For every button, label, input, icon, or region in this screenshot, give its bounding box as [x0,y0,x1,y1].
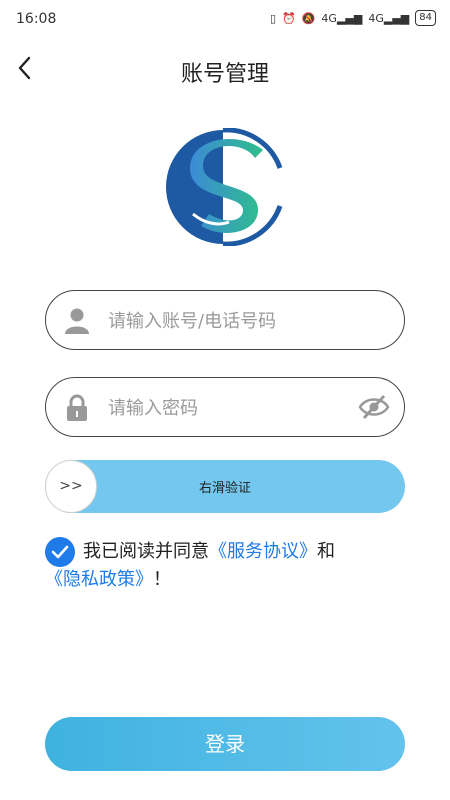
agreement-and: 和 [317,541,335,562]
nfc-icon: ▯ [269,11,277,25]
lock-icon [67,394,87,421]
status-time: 16:08 [16,11,57,27]
agreement-line2: 《隐私政策》！ [45,565,171,595]
password-field[interactable] [45,377,405,437]
signal-icon-1: 4G▂▄▆ [321,11,363,25]
slide-verify[interactable]: 右滑验证 >> [45,460,405,513]
account-input[interactable] [106,301,350,341]
page-title: 账号管理 [180,62,269,87]
agreement-suffix: ！ [153,569,171,590]
agreement-prefix: 我已阅读并同意 [83,541,209,562]
user-icon [65,308,89,334]
account-field[interactable] [45,290,405,350]
eye-off-icon[interactable] [358,392,390,422]
alarm-icon: ⏰ [282,11,296,25]
password-input[interactable] [106,388,350,428]
login-button[interactable]: 登录 [45,717,405,771]
slide-verify-handle[interactable]: >> [45,460,97,513]
check-icon [51,545,69,559]
nav-bar: 账号管理 [0,48,450,92]
agreement-text: 我已阅读并同意《服务协议》和 [83,537,413,567]
status-icons: ▯ ⏰ 🔕 4G▂▄▆ 4G▂▄▆ 84 [270,10,436,26]
battery-indicator: 84 [415,10,436,26]
signal-icon-2: 4G▂▄▆ [368,11,410,25]
app-logo [166,128,283,246]
agree-checkbox[interactable] [45,537,75,567]
service-agreement-link[interactable]: 《服务协议》 [209,541,317,562]
mute-icon: 🔕 [301,11,316,25]
privacy-policy-link[interactable]: 《隐私政策》 [45,569,153,590]
status-bar: 16:08 ▯ ⏰ 🔕 4G▂▄▆ 4G▂▄▆ 84 [0,0,450,40]
slide-verify-label: 右滑验证 [198,481,251,496]
